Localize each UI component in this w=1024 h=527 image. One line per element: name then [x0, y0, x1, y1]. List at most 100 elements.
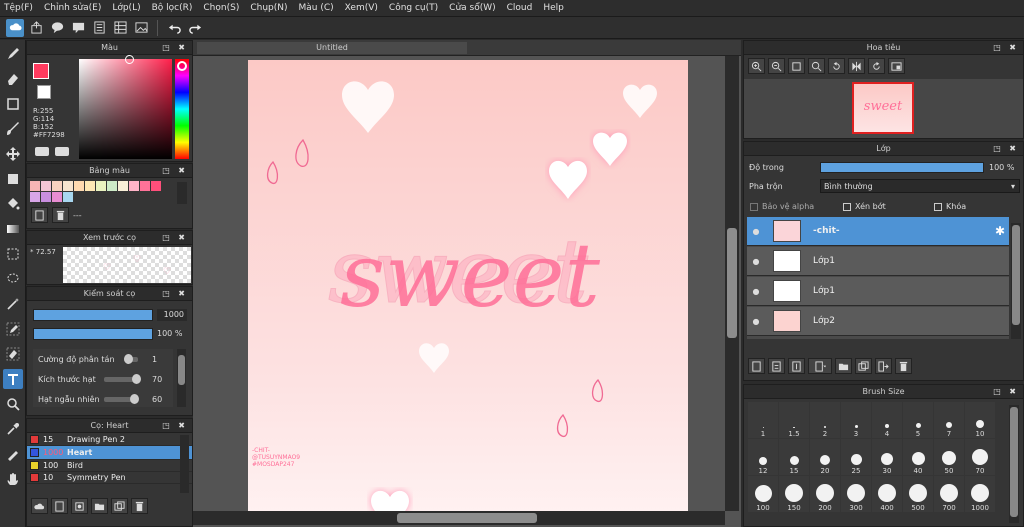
brush-size-slider[interactable] — [33, 309, 153, 321]
lock-checkbox[interactable] — [934, 202, 942, 211]
new-layer-icon[interactable] — [748, 358, 765, 374]
export-icon[interactable] — [27, 19, 45, 37]
layer-row[interactable]: ● Lớp1 — [747, 247, 1009, 276]
brush-size-preset[interactable]: 1 — [748, 402, 778, 438]
rotate-right-icon[interactable] — [868, 58, 885, 74]
merge-layer-icon[interactable] — [875, 358, 892, 374]
rotate-left-icon[interactable] — [828, 58, 845, 74]
gradient-icon[interactable] — [3, 219, 23, 239]
fill-rect-icon[interactable] — [3, 169, 23, 189]
brush-size-preset[interactable]: 1.5 — [779, 402, 809, 438]
navigator-preview[interactable]: sweet — [744, 79, 1023, 138]
panel-close-icon[interactable]: ◳ ✖ — [993, 43, 1019, 52]
flip-icon[interactable] — [848, 58, 865, 74]
brush-size-preset[interactable]: 50 — [934, 439, 964, 475]
brush-params-scrollbar[interactable] — [177, 349, 186, 407]
menu-capture[interactable]: Chụp(N) — [250, 3, 287, 13]
eyedropper-icon[interactable] — [3, 419, 23, 439]
select-rect-icon[interactable] — [3, 244, 23, 264]
grain-size-slider[interactable] — [104, 373, 141, 384]
panel-close-icon[interactable]: ◳ ✖ — [993, 387, 1019, 396]
color-picker-cursor[interactable] — [125, 55, 134, 64]
visibility-icon[interactable]: ● — [749, 287, 763, 296]
menu-window[interactable]: Cửa sổ(W) — [449, 3, 495, 13]
color-wheel-button[interactable] — [55, 147, 69, 156]
zoom-out-icon[interactable] — [768, 58, 785, 74]
new-layer-8bit-icon[interactable] — [768, 358, 785, 374]
visibility-icon[interactable]: ● — [749, 317, 763, 326]
fit-screen-icon[interactable] — [788, 58, 805, 74]
layer-row[interactable]: ● -chit- ✱ — [747, 217, 1009, 246]
brush-size-preset[interactable]: 10 — [965, 402, 995, 438]
menu-file[interactable]: Tệp(F) — [4, 3, 33, 13]
panel-close-icon[interactable]: ◳ ✖ — [162, 166, 188, 175]
menu-cloud[interactable]: Cloud — [507, 3, 533, 13]
select-pen-icon[interactable] — [3, 319, 23, 339]
brush-size-preset[interactable]: 70 — [965, 439, 995, 475]
brush-size-preset[interactable]: 100 — [748, 476, 778, 512]
brush-size-preset[interactable]: 150 — [779, 476, 809, 512]
visibility-icon[interactable]: ● — [749, 227, 763, 236]
drawing-canvas[interactable]: sweet sweet -CHIT-@TUSUYNMAO9 #MOSDAP247 — [248, 60, 688, 520]
brush-size-preset[interactable]: 12 — [748, 439, 778, 475]
dropper-pen-icon[interactable] — [3, 444, 23, 464]
menu-help[interactable]: Help — [543, 3, 564, 13]
layer-row[interactable]: ● Lớp1 — [747, 277, 1009, 306]
layer-opacity-slider[interactable] — [820, 162, 984, 173]
pen-tool-icon[interactable] — [3, 44, 23, 64]
hue-slider[interactable] — [175, 59, 189, 159]
brush-size-preset[interactable]: 300 — [841, 476, 871, 512]
menu-select[interactable]: Chọn(S) — [203, 3, 239, 13]
cloud-icon[interactable] — [6, 18, 24, 37]
menu-view[interactable]: Xem(V) — [345, 3, 378, 13]
scatter-slider[interactable] — [124, 353, 138, 364]
panel-close-icon[interactable]: ◳ ✖ — [162, 289, 188, 298]
brush-size-preset[interactable]: 4 — [872, 402, 902, 438]
color-mode-button[interactable] — [35, 147, 49, 156]
redo-icon[interactable] — [186, 19, 204, 37]
zoom-select-icon[interactable] — [3, 394, 23, 414]
duplicate-layer-icon[interactable] — [855, 358, 872, 374]
brush-size-preset[interactable]: 2 — [810, 402, 840, 438]
brush-settings-icon[interactable] — [71, 498, 88, 514]
trash-icon[interactable] — [131, 498, 148, 514]
brush-item[interactable]: 100 Bird — [27, 460, 192, 472]
brush-item[interactable]: 15 Drawing Pen 2 — [27, 434, 192, 446]
brush-item[interactable]: 10 Symmetry Pen — [27, 472, 192, 484]
delete-palette-icon[interactable] — [52, 207, 69, 223]
brush-size-preset[interactable]: 40 — [903, 439, 933, 475]
new-brush-icon[interactable] — [51, 498, 68, 514]
clipping-checkbox[interactable] — [843, 202, 851, 211]
panel-close-icon[interactable]: ◳ ✖ — [993, 144, 1019, 153]
brush-size-preset[interactable]: 500 — [903, 476, 933, 512]
random-grain-slider[interactable] — [104, 393, 139, 404]
brush-size-value[interactable]: 1000 — [157, 309, 187, 321]
canvas-horizontal-scrollbar[interactable] — [193, 511, 725, 525]
folder-icon[interactable] — [835, 358, 852, 374]
hue-slider-handle[interactable] — [177, 61, 187, 71]
move-icon[interactable] — [3, 144, 23, 164]
grid-doc-icon[interactable] — [111, 19, 129, 37]
brush-size-preset[interactable]: 3 — [841, 402, 871, 438]
background-color-swatch[interactable] — [37, 85, 51, 99]
add-layer-dropdown-icon[interactable] — [808, 358, 832, 374]
brush-size-preset[interactable]: 700 — [934, 476, 964, 512]
window-icon[interactable] — [888, 58, 905, 74]
brush-size-preset[interactable]: 7 — [934, 402, 964, 438]
menu-tools[interactable]: Công cụ(T) — [389, 3, 438, 13]
new-layer-1bit-icon[interactable] — [788, 358, 805, 374]
cloud-brush-icon[interactable] — [31, 498, 48, 514]
comment-icon[interactable] — [69, 19, 87, 37]
brush-icon[interactable] — [3, 119, 23, 139]
document-icon[interactable] — [90, 19, 108, 37]
rectangle-icon[interactable] — [3, 94, 23, 114]
duplicate-icon[interactable] — [111, 498, 128, 514]
foreground-color-swatch[interactable] — [33, 63, 49, 79]
brush-size-preset[interactable]: 200 — [810, 476, 840, 512]
brush-size-preset[interactable]: 5 — [903, 402, 933, 438]
layer-list-scrollbar[interactable] — [1011, 223, 1021, 339]
panel-close-icon[interactable]: ◳ ✖ — [162, 421, 188, 430]
bucket-icon[interactable] — [3, 194, 23, 214]
menu-color[interactable]: Màu (C) — [299, 3, 334, 13]
brush-size-preset[interactable]: 15 — [779, 439, 809, 475]
